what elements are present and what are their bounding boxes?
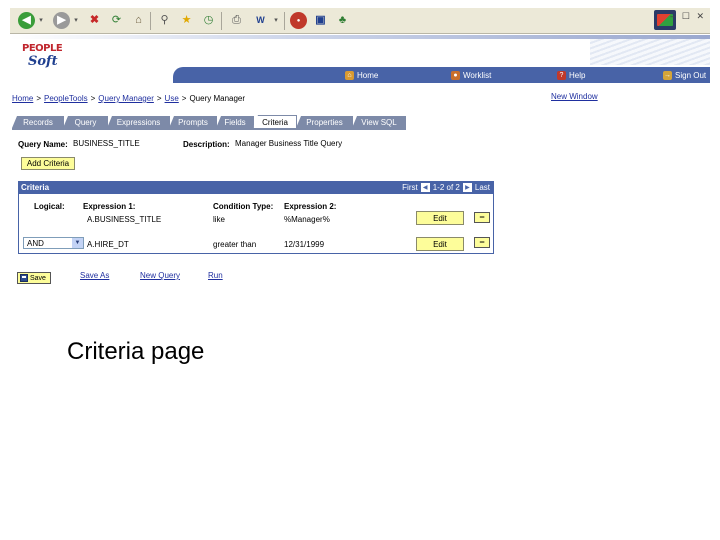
help-icon: ? [557,70,566,80]
pager-last[interactable]: Last [475,183,490,192]
description-value: Manager Business Title Query [235,139,343,148]
row2-expression-2: 12/31/1999 [284,240,325,249]
history-icon[interactable]: ◷ [200,12,217,29]
header-decoration [590,39,710,65]
nav-home-label: Home [357,70,379,80]
row2-edit-button[interactable]: Edit [416,237,464,251]
row2-logical-select[interactable]: AND ▼ [23,237,84,249]
slide-caption: Criteria page [67,338,205,365]
row2-delete-button[interactable]: − [474,237,490,248]
pager-range: 1-2 of 2 [432,183,460,192]
row1-delete-button[interactable]: − [474,212,490,223]
nav-help-label: Help [569,70,586,80]
nav-worklist-label: Worklist [463,70,492,80]
criteria-pager: First ◀ 1-2 of 2 ▶ Last [402,183,490,192]
top-nav-bar: ⌂ Home ● Worklist ? Help → Sign Out [173,67,710,83]
signout-icon: → [663,70,672,80]
edit-dropdown-icon[interactable]: ▾ [272,12,280,29]
new-query-link[interactable]: New Query [140,271,180,280]
back-icon[interactable]: ◀ [18,12,35,29]
query-name-value: BUSINESS_TITLE [73,139,140,148]
discuss-icon[interactable]: ● [290,12,307,29]
window-controls[interactable]: – ☐ ✕ [670,11,706,22]
row2-condition: greater than [213,240,257,249]
forward-dropdown-icon[interactable]: ▾ [72,12,80,29]
tab-fields[interactable]: Fields [216,116,254,128]
favorites-icon[interactable]: ★ [178,12,195,29]
worklist-icon: ● [451,70,460,80]
tab-query[interactable]: Query [63,116,108,128]
browser-toolbar: ◀ ▾ ▶ ▾ ✖ ⟳ ⌂ ⚲ ★ ◷ ⎙ W ▾ ● ▣ ♣ – ☐ ✕ [10,8,710,34]
peoplesoft-logo: PEOPLE Soft [22,43,63,69]
row1-expression-2: %Manager% [284,215,330,224]
add-criteria-button[interactable]: Add Criteria [21,157,75,170]
toolbar-divider [284,12,285,30]
toolbar-divider [150,12,151,30]
tab-criteria[interactable]: Criteria [253,115,297,128]
tab-records[interactable]: Records [12,116,64,128]
pager-first[interactable]: First [402,183,418,192]
row1-expression-1: A.BUSINESS_TITLE [87,215,162,224]
stop-icon[interactable]: ✖ [86,12,103,29]
save-disk-icon [20,274,28,282]
toolbar-divider [221,12,222,30]
nav-help[interactable]: ? Help [557,69,585,81]
home-icon: ⌂ [345,70,354,80]
description-label: Description: [183,140,230,149]
breadcrumb: Home > PeopleTools > Query Manager > Use > Query… [12,94,246,103]
tab-prompts[interactable]: Prompts [169,116,217,128]
new-window-link[interactable]: New Window [551,92,598,101]
save-button[interactable]: Save [17,272,51,284]
save-label: Save [30,274,46,282]
criteria-grid-title: Criteria [21,183,50,192]
column-logical: Logical: [34,202,65,211]
chevron-down-icon[interactable]: ▼ [72,238,83,248]
tab-expressions[interactable]: Expressions [107,116,170,128]
query-tabs: Records Query Expressions Prompts Fields… [12,115,406,128]
home-icon[interactable]: ⌂ [130,12,147,29]
refresh-icon[interactable]: ⟳ [108,12,125,29]
back-dropdown-icon[interactable]: ▾ [37,12,45,29]
column-expression-1: Expression 1: [83,202,136,211]
nav-worklist[interactable]: ● Worklist [451,69,491,81]
next-icon[interactable]: ▶ [462,183,472,192]
research-icon[interactable]: ▣ [312,12,329,29]
breadcrumb-current: Query Manager [189,94,246,103]
previous-icon[interactable]: ◀ [420,183,430,192]
query-name-label: Query Name: [18,140,68,149]
breadcrumb-peopletools[interactable]: PeopleTools [44,94,88,103]
search-icon[interactable]: ⚲ [156,12,173,29]
edit-icon[interactable]: W [252,12,269,29]
tab-view-sql[interactable]: View SQL [352,116,406,128]
column-condition-type: Condition Type: [213,202,274,211]
row1-condition: like [213,215,226,224]
forward-icon[interactable]: ▶ [53,12,70,29]
save-as-link[interactable]: Save As [80,271,109,280]
breadcrumb-home[interactable]: Home [12,94,33,103]
breadcrumb-use[interactable]: Use [165,94,179,103]
nav-home[interactable]: ⌂ Home [345,69,378,81]
criteria-grid-header: Criteria First ◀ 1-2 of 2 ▶ Last [19,182,493,194]
row2-logical-value: AND [27,239,44,248]
breadcrumb-query-manager[interactable]: Query Manager [98,94,154,103]
row2-expression-1: A.HIRE_DT [87,240,129,249]
messenger-icon[interactable]: ♣ [334,12,351,29]
run-link[interactable]: Run [208,271,223,280]
row1-edit-button[interactable]: Edit [416,211,464,225]
tab-underline [12,128,406,130]
app-header: PEOPLE Soft ⌂ Home ● Worklist ? Help → S… [10,35,710,83]
nav-signout-label: Sign Out [675,70,707,80]
print-icon[interactable]: ⎙ [228,12,245,29]
nav-signout[interactable]: → Sign Out [663,69,706,81]
tab-properties[interactable]: Properties [296,116,353,128]
column-expression-2: Expression 2: [284,202,337,211]
